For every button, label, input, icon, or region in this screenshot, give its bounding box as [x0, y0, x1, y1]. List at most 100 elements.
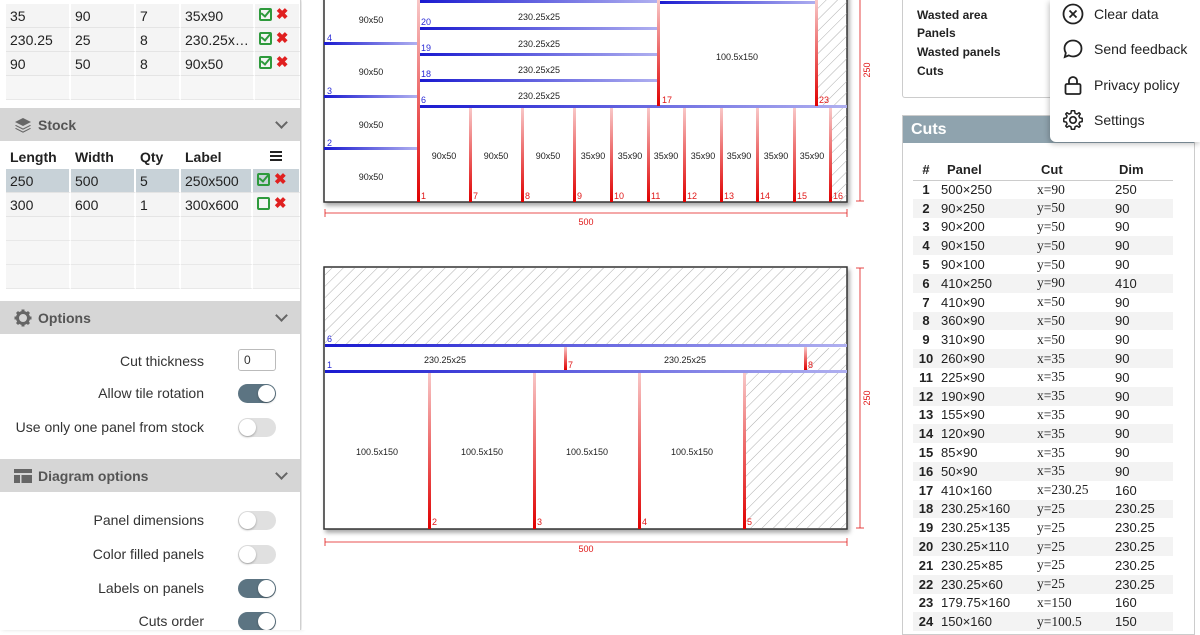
- chevron-down-icon[interactable]: [275, 116, 288, 129]
- allow-rotation-toggle[interactable]: [238, 384, 276, 403]
- stat-panels-label: Panels: [917, 26, 956, 40]
- table-row[interactable]: 12 190×90 x=35 90: [913, 386, 1173, 406]
- empty-row[interactable]: [6, 265, 300, 289]
- table-row[interactable]: 1 500×250 x=90 250: [913, 180, 1173, 199]
- delete-icon[interactable]: ✖: [276, 55, 289, 70]
- table-row[interactable]: 14 120×90 x=35 90: [913, 424, 1173, 444]
- table-row[interactable]: 21 230.25×85 y=25 230.25: [913, 556, 1173, 575]
- table-row[interactable]: 15 85×90 x=35 90: [913, 443, 1173, 462]
- table-row[interactable]: 300 600 1 300x600 ✖: [6, 193, 300, 217]
- empty-row[interactable]: [6, 241, 300, 265]
- cut-thickness-option: Cut thickness 0: [0, 346, 300, 376]
- enabled-checkbox-icon[interactable]: [258, 7, 272, 21]
- chevron-down-icon[interactable]: [275, 467, 288, 480]
- table-row[interactable]: 8 360×90 x=50 90: [913, 311, 1173, 331]
- panel-dimensions-toggle[interactable]: [238, 511, 276, 530]
- options-section-header[interactable]: Options: [0, 301, 300, 334]
- label-cell[interactable]: 300x600: [181, 193, 253, 217]
- cut-number-cell: 2: [913, 198, 939, 218]
- stock-section-header[interactable]: Stock: [0, 108, 300, 141]
- label-cell[interactable]: 35x90: [181, 4, 255, 28]
- table-row[interactable]: 16 50×90 x=35 90: [913, 461, 1173, 481]
- table-row[interactable]: 230.25 25 8 230.25x… ✖: [6, 28, 300, 52]
- table-row[interactable]: 11 225×90 x=35 90: [913, 368, 1173, 387]
- table-row[interactable]: 7 410×90 x=50 90: [913, 293, 1173, 312]
- panel-dimensions-option: Panel dimensions: [0, 505, 300, 535]
- table-row[interactable]: 10 260×90 x=35 90: [913, 349, 1173, 368]
- table-row[interactable]: 24 150×160 y=100.5 150: [913, 612, 1173, 632]
- column-menu[interactable]: [253, 145, 300, 169]
- table-row[interactable]: 35 90 7 35x90 ✖: [6, 4, 300, 28]
- chevron-down-icon[interactable]: [275, 309, 288, 322]
- table-row[interactable]: 23 179.75×160 x=150 160: [913, 594, 1173, 613]
- table-row[interactable]: 17 410×160 x=230.25 160: [913, 481, 1173, 500]
- label-cell[interactable]: 250x500: [181, 169, 253, 193]
- qty-cell[interactable]: 8: [136, 52, 181, 76]
- table-row[interactable]: 250 500 5 250x500 ✖: [6, 169, 300, 193]
- diagram-options-section-header[interactable]: Diagram options: [0, 459, 300, 492]
- cut-line: [815, 0, 818, 106]
- length-cell[interactable]: 300: [6, 193, 71, 217]
- length-cell[interactable]: 90: [6, 52, 71, 76]
- cut-position-cell: y=50: [1037, 256, 1065, 272]
- table-row[interactable]: 9 310×90 x=50 90: [913, 330, 1173, 349]
- table-row[interactable]: 5 90×100 y=50 90: [913, 255, 1173, 274]
- panel-label: 100.5x150: [716, 52, 758, 62]
- menu-item-label: Settings: [1094, 112, 1145, 128]
- delete-icon[interactable]: ✖: [276, 31, 289, 46]
- width-cell[interactable]: 50: [71, 52, 136, 76]
- table-row[interactable]: 13 155×90 x=35 90: [913, 406, 1173, 425]
- menu-item-clear-data[interactable]: Clear data: [1050, 0, 1200, 32]
- row-actions: ✖: [254, 28, 300, 52]
- qty-cell[interactable]: 5: [136, 169, 181, 193]
- delete-icon[interactable]: ✖: [274, 196, 287, 211]
- enabled-checkbox-icon[interactable]: [257, 172, 270, 186]
- table-row[interactable]: 4 90×150 y=50 90: [913, 236, 1173, 256]
- table-row[interactable]: 18 230.25×160 y=25 230.25: [913, 499, 1173, 519]
- empty-row[interactable]: [6, 76, 300, 100]
- label-cell[interactable]: 90x50: [181, 52, 255, 76]
- cut-thickness-input[interactable]: 0: [238, 349, 276, 371]
- one-panel-toggle[interactable]: [238, 418, 276, 437]
- qty-cell[interactable]: 8: [136, 28, 181, 52]
- table-row[interactable]: 2 90×250 y=50 90: [913, 198, 1173, 218]
- labels-on-panels-option: Labels on panels: [0, 573, 300, 603]
- qty-cell[interactable]: 7: [136, 4, 181, 28]
- qty-cell[interactable]: 1: [136, 193, 181, 217]
- cuts-order-toggle[interactable]: [238, 612, 276, 630]
- table-row[interactable]: 20 230.25×110 y=25 230.25: [913, 537, 1173, 556]
- table-row[interactable]: 3 90×200 y=50 90: [913, 218, 1173, 237]
- hamburger-menu-icon[interactable]: [269, 150, 283, 162]
- length-cell[interactable]: 250: [6, 169, 71, 193]
- table-row[interactable]: 22 230.25×60 y=25 230.25: [913, 574, 1173, 594]
- left-panel: 35 90 7 35x90 ✖ 230.25 25 8 230.25x… ✖ 9…: [0, 0, 301, 630]
- menu-item-settings[interactable]: Settings: [1050, 103, 1200, 138]
- panel-label: 35x90: [800, 151, 825, 161]
- width-cell[interactable]: 90: [71, 4, 136, 28]
- menu-item-send-feedback[interactable]: Send feedback: [1050, 32, 1200, 67]
- color-filled-toggle[interactable]: [238, 545, 276, 564]
- menu-item-privacy-policy[interactable]: Privacy policy: [1050, 68, 1200, 103]
- delete-icon[interactable]: ✖: [276, 7, 289, 22]
- cut-line: [417, 0, 420, 202]
- length-cell[interactable]: 35: [6, 4, 71, 28]
- cut-position-cell: y=50: [1037, 198, 1115, 218]
- width-cell[interactable]: 500: [71, 169, 136, 193]
- labels-on-panels-toggle[interactable]: [238, 579, 276, 598]
- length-cell[interactable]: 230.25: [6, 28, 71, 52]
- table-row[interactable]: 90 50 8 90x50 ✖: [6, 52, 300, 76]
- color-filled-label: Color filled panels: [92, 546, 204, 562]
- cut-dim-cell: 230.25: [1115, 499, 1173, 519]
- delete-icon[interactable]: ✖: [274, 172, 287, 187]
- enabled-checkbox-icon[interactable]: [258, 55, 272, 69]
- cut-number: 8: [525, 191, 530, 201]
- table-row[interactable]: 19 230.25×135 y=25 230.25: [913, 518, 1173, 537]
- enabled-checkbox-icon[interactable]: [258, 31, 272, 45]
- table-row[interactable]: 6 410×250 y=90 410: [913, 273, 1173, 293]
- empty-row[interactable]: [6, 217, 300, 241]
- width-cell[interactable]: 600: [71, 193, 136, 217]
- label-cell[interactable]: 230.25x…: [181, 28, 255, 52]
- disabled-checkbox-icon[interactable]: [257, 196, 270, 210]
- cut-number: 6: [327, 334, 332, 344]
- width-cell[interactable]: 25: [71, 28, 136, 52]
